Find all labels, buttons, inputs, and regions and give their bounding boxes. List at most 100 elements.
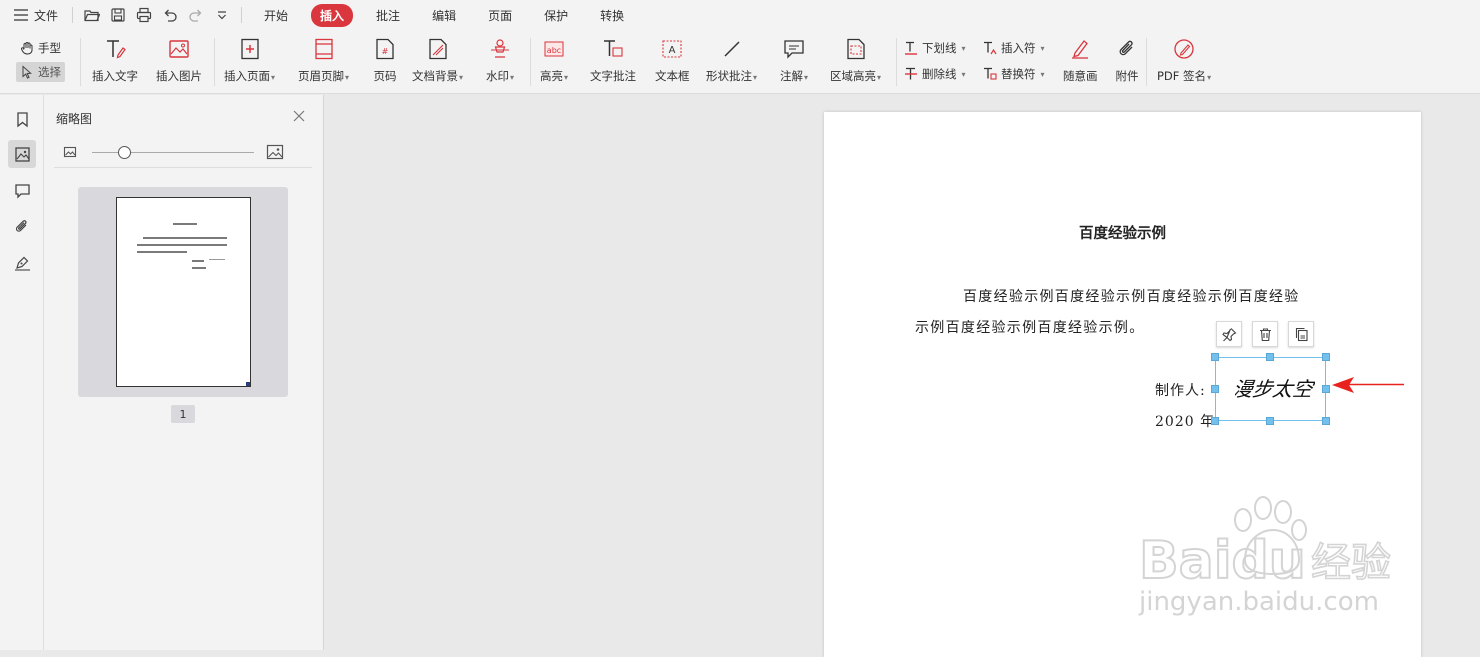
resize-handle-right[interactable] [1322, 385, 1330, 393]
zoom-out-image-icon[interactable] [63, 145, 77, 159]
strikethrough-button[interactable]: 删除线 ▾ [904, 64, 966, 84]
freehand-label: 随意画 [1063, 69, 1098, 83]
text-comment-icon [604, 40, 623, 57]
divider [54, 167, 312, 168]
thumbnail-text-line [192, 267, 206, 269]
text-box-label: 文本框 [655, 69, 690, 83]
speech-bubble-icon [784, 40, 804, 59]
resize-handle-bottom[interactable] [1266, 417, 1274, 425]
thumbnail-panel-button[interactable] [8, 140, 36, 168]
annotation-button[interactable]: 注解▾ [780, 36, 808, 88]
open-button[interactable] [81, 4, 103, 26]
zoom-in-image-icon[interactable] [266, 143, 284, 161]
insert-page-button[interactable]: 插入页面▾ [224, 36, 275, 88]
tab-insert[interactable]: 插入 [311, 3, 354, 27]
save-button[interactable] [107, 4, 129, 26]
attachment-panel-button[interactable] [8, 212, 36, 240]
paperclip-icon [15, 219, 27, 232]
text-comment-button[interactable]: 文字批注 [590, 36, 636, 88]
menu-bar: 文件 开始 插入 批注 编辑 页面 保护 转换 [0, 0, 1480, 30]
doc-background-button[interactable]: 文档背景▾ [412, 36, 463, 88]
pdf-sign-label: PDF 签名▾ [1157, 69, 1212, 83]
bookmark-panel-button[interactable] [8, 105, 36, 133]
print-icon [136, 7, 152, 23]
pdf-sign-button[interactable]: PDF 签名▾ [1157, 36, 1211, 88]
tab-convert[interactable]: 转换 [591, 4, 633, 27]
resize-handle-left[interactable] [1211, 385, 1219, 393]
area-highlight-label: 区域高亮▾ [830, 69, 882, 83]
undo-icon [164, 9, 177, 22]
doc-background-text: 文档背景 [412, 69, 458, 83]
strikethrough-label: 删除线 [922, 67, 957, 81]
watermark-button[interactable]: 水印▾ [486, 36, 514, 88]
insert-mark-button[interactable]: 插入符 ▾ [983, 38, 1045, 58]
file-menu[interactable]: 文件 [0, 0, 66, 30]
zoom-slider-handle[interactable] [117, 146, 131, 159]
freehand-button[interactable]: 随意画 [1063, 36, 1098, 88]
annotation-text: 注解 [780, 69, 803, 83]
thumbnail-panel: 缩略图 1 [44, 95, 324, 650]
underline-icon [905, 41, 917, 55]
quick-access-dropdown[interactable] [211, 4, 233, 26]
resize-handle-top-right[interactable] [1322, 353, 1330, 361]
cursor-icon [22, 65, 32, 79]
chevron-down-icon [218, 11, 227, 20]
image-icon [169, 40, 189, 58]
header-footer-button[interactable]: 页眉页脚▾ [298, 36, 349, 88]
select-tool-button[interactable]: 选择 [16, 62, 65, 82]
shape-comment-text: 形状批注 [706, 69, 752, 83]
print-button[interactable] [133, 4, 155, 26]
text-box-button[interactable]: A 文本框 [655, 36, 690, 88]
pin-icon [1221, 327, 1236, 341]
insert-page-label: 插入页面▾ [224, 69, 276, 83]
redo-icon [189, 9, 202, 22]
thumbnail-icon [14, 146, 30, 162]
resize-handle-top[interactable] [1266, 353, 1274, 361]
underline-button[interactable]: 下划线 ▾ [904, 38, 966, 58]
divider [1146, 38, 1147, 86]
tab-start[interactable]: 开始 [255, 4, 297, 27]
bookmark-icon [16, 111, 28, 127]
page-number-icon: # [376, 38, 394, 60]
doc-background-label: 文档背景▾ [412, 69, 464, 83]
folder-open-icon [84, 10, 101, 22]
signature-panel-button[interactable] [8, 248, 36, 276]
pin-button[interactable] [1216, 321, 1242, 347]
resize-handle-bottom-left[interactable] [1211, 417, 1219, 425]
page-thumbnail[interactable] [78, 187, 288, 397]
tab-page[interactable]: 页面 [479, 4, 521, 27]
close-icon[interactable] [292, 109, 306, 123]
page-number-button[interactable]: # 页码 [372, 36, 398, 88]
page-number-label: 页码 [373, 69, 397, 83]
resize-handle-top-left[interactable] [1211, 353, 1219, 361]
thumbnail-text-line [137, 251, 187, 253]
comment-panel-button[interactable] [8, 176, 36, 204]
ribbon-toolbar: 手型 选择 插入文字 插入图片 插入页面▾ 页眉页脚▾ # 页码 文档背景▾ 水… [0, 30, 1480, 94]
divider [80, 38, 81, 86]
insert-image-button[interactable]: 插入图片 [156, 36, 202, 88]
attachment-button[interactable]: 附件 [1114, 36, 1140, 88]
watermark-brand-cn: 经验 [1311, 540, 1391, 586]
redo-button[interactable] [185, 4, 207, 26]
svg-text:#: # [382, 47, 389, 56]
area-highlight-button[interactable]: 区域高亮▾ [830, 36, 881, 88]
tab-protect[interactable]: 保护 [535, 4, 577, 27]
hand-tool-button[interactable]: 手型 [20, 38, 61, 58]
tab-comment[interactable]: 批注 [367, 4, 409, 27]
shape-comment-button[interactable]: 形状批注▾ [706, 36, 757, 88]
zoom-slider-track[interactable] [92, 152, 254, 153]
add-page-icon [240, 38, 259, 60]
copy-button[interactable] [1288, 321, 1314, 347]
line-shape-icon [723, 41, 740, 57]
tab-edit[interactable]: 编辑 [423, 4, 465, 27]
insert-text-button[interactable]: 插入文字 [92, 36, 138, 88]
resize-handle-bottom-right[interactable] [1322, 417, 1330, 425]
highlight-button[interactable]: abc 高亮▾ [540, 36, 568, 88]
insert-text-icon [107, 40, 126, 59]
delete-button[interactable] [1252, 321, 1278, 347]
thumbnail-signature-line [209, 259, 225, 260]
replace-mark-button[interactable]: 替换符 ▾ [983, 64, 1045, 84]
divider [72, 7, 74, 23]
copy-icon [1295, 327, 1308, 341]
undo-button[interactable] [159, 4, 181, 26]
